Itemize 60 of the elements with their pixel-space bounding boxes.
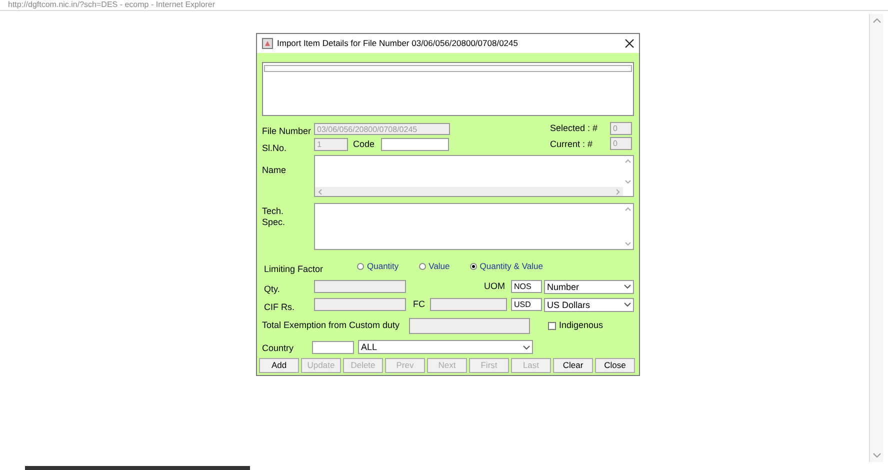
checkbox[interactable] bbox=[548, 322, 556, 330]
field-label: Sl.No. bbox=[262, 142, 288, 154]
action-button[interactable]: Clear bbox=[553, 358, 593, 373]
chevron-down-icon bbox=[625, 180, 631, 184]
cif-field[interactable] bbox=[314, 298, 406, 311]
field-label: Code bbox=[353, 138, 375, 150]
total-exemption-field[interactable] bbox=[409, 318, 530, 334]
currency-code-field[interactable]: USD bbox=[511, 298, 542, 311]
chevron-left-icon bbox=[318, 188, 322, 194]
radio-button[interactable] bbox=[357, 262, 364, 270]
dropdown[interactable]: US Dollars bbox=[544, 298, 634, 312]
app-icon bbox=[262, 38, 273, 49]
action-button[interactable]: Close bbox=[595, 358, 635, 373]
name-textarea[interactable] bbox=[314, 155, 634, 197]
dropdown-value: US Dollars bbox=[547, 298, 590, 310]
code-field[interactable] bbox=[380, 138, 449, 151]
chevron-up-icon bbox=[625, 207, 631, 211]
chevron-down-icon bbox=[624, 302, 631, 307]
uom-code-field[interactable]: NOS bbox=[511, 280, 542, 293]
chevron-down-icon bbox=[624, 284, 631, 289]
field-label: FC bbox=[413, 298, 425, 311]
dropdown[interactable]: ALL bbox=[358, 340, 533, 354]
message-input[interactable] bbox=[264, 65, 632, 72]
field-label: Indigenous bbox=[559, 319, 604, 332]
field-label: Current : # bbox=[550, 138, 594, 150]
field-label: Limiting Factor bbox=[264, 264, 324, 274]
chevron-down-icon bbox=[872, 453, 880, 458]
dropdown-value: Number bbox=[547, 280, 580, 292]
radio-button[interactable] bbox=[470, 262, 477, 270]
chevron-down-icon bbox=[523, 344, 530, 350]
dropdown[interactable]: Number bbox=[544, 280, 634, 294]
action-button[interactable]: Add bbox=[259, 358, 299, 373]
field-label: Selected : # bbox=[550, 122, 599, 135]
radio-label: Quantity bbox=[367, 260, 399, 273]
radio-option[interactable]: Quantity bbox=[357, 260, 399, 273]
field-label: File Number bbox=[262, 125, 312, 138]
fc-field[interactable] bbox=[430, 298, 507, 311]
chevron-right-icon bbox=[616, 188, 620, 194]
dialog-title: Import Item Details for File Number 03/06/056/20800/0708/0245 bbox=[277, 37, 519, 50]
field-label: Tech. Spec. bbox=[262, 206, 286, 228]
page-scrollbar[interactable] bbox=[869, 14, 883, 462]
close-icon[interactable] bbox=[625, 39, 634, 48]
chevron-down-icon bbox=[625, 242, 631, 246]
radio-option[interactable]: Value bbox=[418, 260, 450, 273]
field-label: Name bbox=[262, 165, 286, 175]
field-label: UOM bbox=[484, 280, 505, 293]
browser-title: http://dgftcom.nic.in/?sch=DES - ecomp - Internet Explorer bbox=[7, 0, 215, 10]
qty-field[interactable] bbox=[314, 280, 406, 293]
dropdown-value: ALL bbox=[361, 341, 378, 353]
field-label: Qty. bbox=[264, 284, 280, 294]
chevron-up-icon bbox=[872, 18, 880, 23]
field-label: Country bbox=[262, 343, 294, 353]
chevron-up-icon bbox=[625, 159, 631, 163]
tech-spec-textarea[interactable] bbox=[314, 203, 634, 250]
radio-label: Value bbox=[428, 260, 450, 273]
radio-button[interactable] bbox=[418, 262, 426, 270]
field-label: CIF Rs. bbox=[264, 302, 294, 312]
horizontal-scrollbar[interactable] bbox=[315, 187, 623, 196]
field-label: Total Exemption from Custom duty bbox=[262, 319, 400, 332]
country-code-field[interactable] bbox=[312, 340, 354, 354]
